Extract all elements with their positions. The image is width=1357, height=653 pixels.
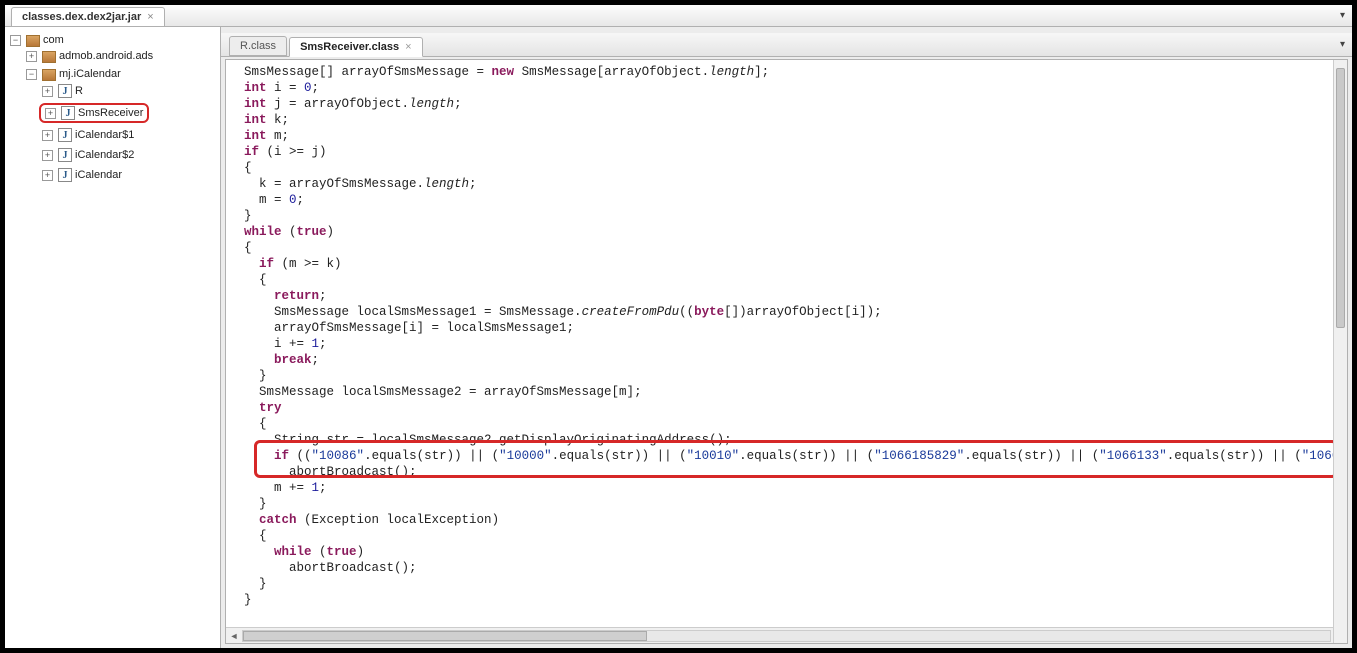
package-explorer[interactable]: − com + admob.android.ads — [5, 27, 221, 648]
editor-area: R.class SmsReceiver.class × ▾ SmsMessage… — [221, 27, 1352, 648]
tree-class-item[interactable]: + J R — [39, 83, 86, 99]
tree-class-item-selected[interactable]: + J SmsReceiver — [39, 103, 149, 123]
expand-icon[interactable]: + — [26, 51, 37, 62]
editor-tab-bar: R.class SmsReceiver.class × ▾ — [221, 33, 1352, 57]
tree-package[interactable]: + admob.android.ads — [23, 49, 156, 63]
tree-package[interactable]: − mj.iCalendar — [23, 67, 124, 81]
tree-class-item[interactable]: + J iCalendar — [39, 167, 125, 183]
scrollbar-track[interactable] — [242, 630, 1331, 642]
java-file-icon: J — [61, 106, 75, 120]
close-icon[interactable]: × — [405, 41, 411, 53]
tree-label: iCalendar — [75, 169, 122, 181]
main-split: − com + admob.android.ads — [5, 27, 1352, 648]
close-icon[interactable]: × — [147, 11, 153, 23]
app-frame: classes.dex.dex2jar.jar × ▾ − com + — [4, 4, 1353, 649]
code-viewport[interactable]: SmsMessage[] arrayOfSmsMessage = new Sms… — [226, 60, 1347, 627]
tree-class-item[interactable]: + J iCalendar$1 — [39, 127, 137, 143]
scrollbar-thumb[interactable] — [243, 631, 647, 641]
editor-tab-label: SmsReceiver.class — [300, 41, 399, 53]
editor-body: SmsMessage[] arrayOfSmsMessage = new Sms… — [225, 59, 1348, 644]
expand-icon[interactable]: + — [42, 170, 53, 181]
editor-tab-active[interactable]: SmsReceiver.class × — [289, 37, 423, 57]
collapse-icon[interactable]: − — [26, 69, 37, 80]
tree-label: iCalendar$2 — [75, 149, 134, 161]
scrollbar-thumb[interactable] — [1336, 68, 1345, 328]
tree-label: mj.iCalendar — [59, 68, 121, 80]
package-icon — [42, 50, 56, 62]
expand-icon[interactable]: + — [45, 108, 56, 119]
tree-label: iCalendar$1 — [75, 129, 134, 141]
tree-label: admob.android.ads — [59, 50, 153, 62]
java-file-icon: J — [58, 168, 72, 182]
tree-package-root[interactable]: − com — [7, 33, 67, 47]
java-file-icon: J — [58, 84, 72, 98]
package-icon — [42, 68, 56, 80]
collapse-icon[interactable]: − — [10, 35, 21, 46]
tree-label: com — [43, 34, 64, 46]
horizontal-scrollbar[interactable]: ◄ ► — [226, 627, 1347, 643]
tab-overflow-icon[interactable]: ▾ — [1337, 39, 1348, 50]
vertical-scrollbar[interactable] — [1333, 60, 1347, 643]
expand-icon[interactable]: + — [42, 150, 53, 161]
java-file-icon: J — [58, 148, 72, 162]
package-icon — [26, 34, 40, 46]
window-tab[interactable]: classes.dex.dex2jar.jar × — [11, 7, 165, 26]
window-tab-bar: classes.dex.dex2jar.jar × ▾ — [5, 5, 1352, 27]
editor-tab-label: R.class — [240, 40, 276, 52]
tree-class-item[interactable]: + J iCalendar$2 — [39, 147, 137, 163]
java-file-icon: J — [58, 128, 72, 142]
tree-label: R — [75, 85, 83, 97]
tab-overflow-icon[interactable]: ▾ — [1337, 10, 1348, 21]
expand-icon[interactable]: + — [42, 86, 53, 97]
scroll-left-icon[interactable]: ◄ — [226, 629, 242, 643]
expand-icon[interactable]: + — [42, 130, 53, 141]
window-tab-label: classes.dex.dex2jar.jar — [22, 11, 141, 23]
tree-label: SmsReceiver — [78, 107, 143, 119]
editor-tab[interactable]: R.class — [229, 36, 287, 56]
